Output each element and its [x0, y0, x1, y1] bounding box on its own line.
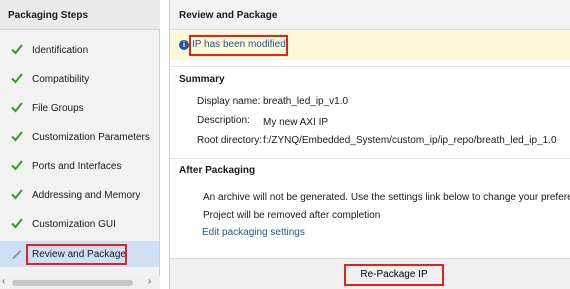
step-customization-parameters[interactable]: Customization Parameters — [0, 124, 159, 150]
step-file-groups[interactable]: File Groups — [0, 95, 159, 121]
checkmark-icon — [11, 218, 23, 229]
checkmark-icon — [11, 131, 23, 142]
step-label: Identification — [32, 45, 89, 56]
step-addressing-and-memory[interactable]: Addressing and Memory — [0, 182, 159, 208]
panel-title: Packaging Steps — [8, 10, 89, 21]
scroll-left-icon[interactable]: ‹ — [2, 276, 5, 287]
scrollbar-thumb[interactable] — [12, 280, 133, 286]
step-customization-gui[interactable]: Customization GUI — [0, 211, 159, 237]
info-banner: i IP has been modified. — [170, 31, 570, 60]
footer-bar: Re-Package IP — [170, 258, 570, 289]
scroll-right-icon[interactable]: › — [148, 276, 151, 287]
display-name-label: Display name: — [197, 96, 261, 107]
highlight-box — [189, 35, 288, 56]
review-and-package-panel: Review and Package i IP has been modifie… — [169, 0, 570, 289]
description-label: Description: — [197, 115, 250, 126]
step-label: Customization GUI — [32, 219, 116, 230]
divider — [170, 158, 570, 159]
root-directory-label: Root directory: — [197, 135, 263, 146]
root-directory-value: f:/ZYNQ/Embedded_System/custom_ip/ip_rep… — [263, 135, 557, 146]
checkmark-icon — [11, 44, 23, 55]
project-removal-text: Project will be removed after completion — [203, 210, 381, 221]
checkmark-icon — [11, 102, 23, 113]
step-label: File Groups — [32, 103, 84, 114]
step-label: Compatibility — [32, 74, 90, 85]
step-label: Addressing and Memory — [32, 190, 141, 201]
step-compatibility[interactable]: Compatibility — [0, 66, 159, 92]
step-ports-and-interfaces[interactable]: Ports and Interfaces — [0, 153, 159, 179]
pencil-icon — [12, 250, 22, 259]
highlight-box — [26, 244, 127, 265]
packaging-steps-panel: Packaging Steps Identification Compatibi… — [0, 0, 160, 289]
archive-info-text: An archive will not be generated. Use th… — [203, 192, 570, 203]
panel-header: Review and Package — [170, 0, 570, 30]
display-name-value: breath_led_ip_v1.0 — [263, 96, 349, 107]
checkmark-icon — [11, 73, 23, 84]
re-package-ip-button[interactable]: Re-Package IP — [344, 264, 444, 286]
panel-title: Review and Package — [179, 10, 278, 21]
summary-heading: Summary — [179, 74, 225, 85]
after-packaging-heading: After Packaging — [179, 165, 256, 176]
divider — [170, 66, 570, 67]
checkmark-icon — [11, 189, 23, 200]
step-label: Customization Parameters — [32, 132, 150, 143]
edit-packaging-settings-link[interactable]: Edit packaging settings — [202, 227, 305, 238]
panel-header: Packaging Steps — [0, 0, 160, 30]
description-value: My new AXI IP — [263, 117, 329, 128]
horizontal-scrollbar[interactable]: ‹ › — [0, 276, 160, 289]
checkmark-icon — [11, 160, 23, 171]
step-identification[interactable]: Identification — [0, 37, 159, 63]
info-icon: i — [179, 40, 189, 50]
step-label: Ports and Interfaces — [32, 161, 122, 172]
